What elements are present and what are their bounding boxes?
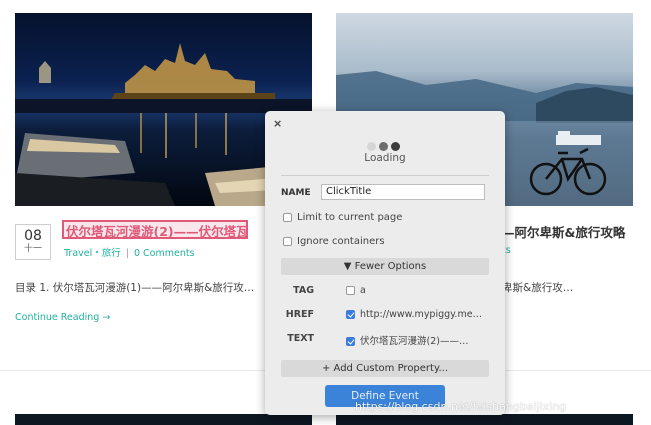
add-custom-property-button[interactable]: + Add Custom Property... <box>281 360 489 377</box>
post-date-month: 十一 <box>23 244 42 254</box>
meta-separator: | <box>125 248 129 259</box>
limit-to-page-label: Limit to current page <box>297 212 403 223</box>
loading-text: Loading <box>364 152 406 164</box>
property-row-text: TEXT 伏尔塔瓦河漫游(2)——… <box>281 333 489 347</box>
property-checkbox-text[interactable] <box>346 337 355 346</box>
limit-to-page-option[interactable]: Limit to current page <box>283 212 402 223</box>
post-3-image[interactable] <box>15 414 312 425</box>
property-checkbox-tag[interactable] <box>346 286 355 295</box>
watermark-text: https://blog.csdn.net/feishangbaijixing <box>355 400 567 413</box>
close-icon[interactable]: × <box>273 117 282 130</box>
post-date-day: 08 <box>24 228 42 244</box>
property-value: http://www.mypiggy.me… <box>360 309 483 320</box>
property-row-tag: TAG a <box>281 285 489 299</box>
name-label: NAME <box>281 188 311 198</box>
post-excerpt: 目录 1. 伏尔塔瓦河漫游(1)——阿尔卑斯&旅行攻… <box>15 282 255 294</box>
property-value: a <box>360 285 366 296</box>
property-key: HREF <box>285 309 314 320</box>
property-checkbox-href[interactable] <box>346 310 355 319</box>
post-2-title-link[interactable]: —阿尔卑斯&旅行攻略 <box>502 222 625 241</box>
continue-reading-link[interactable]: Continue Reading → <box>15 312 110 323</box>
property-key: TEXT <box>287 333 314 344</box>
dialog-divider <box>281 175 489 176</box>
ignore-containers-option[interactable]: Ignore containers <box>283 236 385 247</box>
event-name-input[interactable]: ClickTitle <box>321 184 485 200</box>
post-comments-link[interactable]: 0 Comments <box>134 248 195 259</box>
post-2-excerpt: 卑斯&旅行攻… <box>502 282 574 294</box>
limit-to-page-checkbox[interactable] <box>283 212 292 222</box>
property-value: 伏尔塔瓦河漫游(2)——… <box>360 336 469 347</box>
ignore-containers-label: Ignore containers <box>297 236 385 247</box>
post-category-link[interactable]: Travel・旅行 <box>64 248 121 259</box>
post-date-box: 08 十一 <box>15 224 51 260</box>
post-meta: Travel・旅行 | 0 Comments <box>64 245 195 259</box>
fewer-options-button[interactable]: ▼ Fewer Options <box>281 258 489 275</box>
post-4-image[interactable] <box>336 414 633 425</box>
define-event-dialog: × Loading NAME ClickTitle Limit to curre… <box>265 111 505 415</box>
ignore-containers-checkbox[interactable] <box>283 236 292 246</box>
post-title-link[interactable]: 伏尔塔瓦河漫游(2)——伏尔塔瓦 <box>62 220 248 239</box>
property-key: TAG <box>293 285 314 296</box>
property-row-href: HREF http://www.mypiggy.me… <box>281 309 489 323</box>
